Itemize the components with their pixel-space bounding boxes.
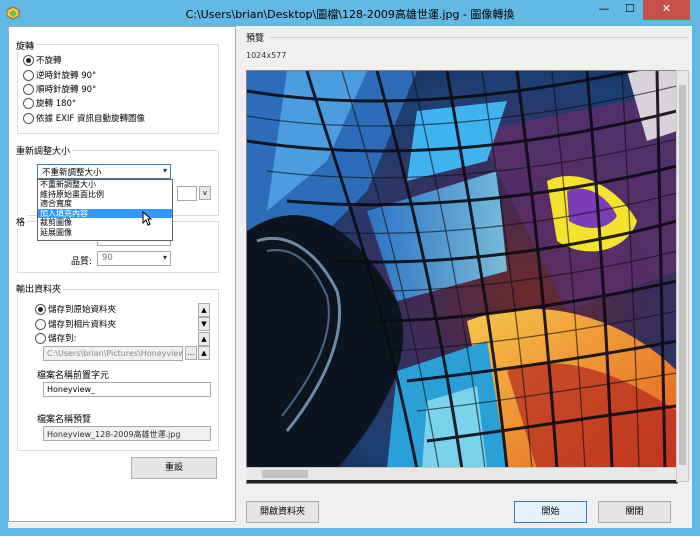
output-option-label: 儲存到原始資料夾: [48, 305, 117, 315]
preview-horizontal-scrollbar[interactable]: [246, 467, 676, 480]
radio-button[interactable]: [23, 55, 34, 66]
rotate-option-label: 逆時針旋轉 90°: [36, 71, 97, 81]
scroll-up-button[interactable]: ▲: [198, 332, 210, 346]
scrollbar-thumb[interactable]: [679, 85, 686, 465]
preview-divider: [270, 37, 688, 38]
dropdown-option[interactable]: 不重新調整大小: [38, 180, 172, 190]
output-folder-title: 輸出資料夾: [14, 282, 64, 295]
scroll-up-button[interactable]: ▲: [198, 303, 210, 317]
resize-group-title: 重新調整大小: [14, 144, 73, 157]
rotate-option-label: 依據 EXIF 資訊自動旋轉圖像: [36, 114, 145, 124]
dropdown-option[interactable]: 延展圖像: [38, 228, 172, 238]
filename-preview-label: 檔案名稱預覽: [37, 415, 92, 425]
radio-button[interactable]: [23, 113, 34, 124]
maximize-button[interactable]: ☐: [617, 0, 643, 20]
radio-button[interactable]: [35, 319, 46, 330]
chevron-down-icon: ▾: [162, 253, 167, 262]
scroll-down-button[interactable]: ▼: [198, 317, 210, 331]
output-option-custom[interactable]: 儲存到:: [35, 332, 76, 346]
start-button[interactable]: 開始: [514, 501, 587, 523]
reset-button[interactable]: 重設: [131, 457, 217, 479]
minimize-icon: —: [598, 2, 610, 15]
chevron-down-icon: ▾: [162, 166, 167, 175]
rotate-option-exif[interactable]: 依據 EXIF 資訊自動旋轉圖像: [23, 112, 145, 126]
rotate-option-ccw90[interactable]: 逆時針旋轉 90°: [23, 69, 96, 83]
mouse-cursor-icon: [142, 211, 152, 226]
unit-dropdown-label: v: [202, 189, 208, 197]
rotate-option-label: 不旋轉: [36, 56, 62, 66]
rotate-option-label: 順時針旋轉 90°: [36, 85, 97, 95]
open-folder-button[interactable]: 開啟資料夾: [246, 501, 319, 523]
close-icon: ✕: [661, 2, 672, 15]
quality-label: 品質:: [71, 257, 93, 267]
preview-image: [246, 70, 678, 484]
resize-mode-dropdown-list[interactable]: 不重新調整大小 維持原始畫面比例 適合寬度 加入填充內容 裁剪圖像 延展圖像: [37, 179, 173, 241]
unit-dropdown-button[interactable]: v: [199, 186, 211, 200]
client-area: 旋轉 不旋轉 逆時針旋轉 90° 順時針旋轉 90° 旋轉 180° 依據 EX…: [8, 26, 692, 528]
radio-button[interactable]: [23, 70, 34, 81]
browse-button[interactable]: ...: [185, 346, 197, 360]
scrollbar-thumb[interactable]: [262, 470, 308, 478]
rotate-option-label: 旋轉 180°: [36, 99, 77, 109]
output-path-field[interactable]: C:\Users\brian\Pictures\Honeyview: [43, 346, 183, 361]
rotate-option-none[interactable]: 不旋轉: [23, 54, 62, 68]
image-convert-window: C:\Users\brian\Desktop\圖檔\128-2009高雄世運.j…: [0, 0, 700, 536]
radio-button[interactable]: [23, 98, 34, 109]
minimize-button[interactable]: —: [591, 0, 617, 20]
dropdown-option[interactable]: 維持原始畫面比例: [38, 190, 172, 200]
options-panel: 旋轉 不旋轉 逆時針旋轉 90° 順時針旋轉 90° 旋轉 180° 依據 EX…: [8, 26, 236, 522]
format-group-title: 格: [14, 215, 28, 228]
filename-preview-field: Honeyview_128-2009高雄世運.jpg: [43, 426, 211, 441]
close-window-button[interactable]: ✕: [643, 0, 690, 20]
radio-button[interactable]: [35, 333, 46, 344]
resize-size-field[interactable]: [177, 186, 197, 201]
quality-value: 90: [102, 253, 113, 263]
output-option-original[interactable]: 儲存到原始資料夾: [35, 303, 116, 317]
radio-button[interactable]: [23, 84, 34, 95]
prefix-input[interactable]: Honeyview_: [43, 382, 211, 397]
resize-mode-select[interactable]: 不重新調整大小 ▾: [37, 164, 171, 179]
close-button[interactable]: 關閉: [598, 501, 671, 523]
maximize-icon: ☐: [625, 2, 635, 15]
preview-title: 預覽: [246, 34, 265, 44]
prefix-label: 檔案名稱前置字元: [37, 371, 110, 381]
output-option-pictures[interactable]: 儲存到相片資料夾: [35, 318, 116, 332]
preview-vertical-scrollbar[interactable]: [676, 70, 689, 482]
resize-mode-value: 不重新調整大小: [42, 168, 102, 178]
quality-select[interactable]: 90 ▾: [97, 251, 171, 266]
stained-glass-dome-image: [247, 71, 677, 470]
rotate-option-cw90[interactable]: 順時針旋轉 90°: [23, 83, 96, 97]
output-option-label: 儲存到:: [48, 334, 77, 344]
output-option-label: 儲存到相片資料夾: [48, 320, 117, 330]
dropdown-option[interactable]: 適合寬度: [38, 199, 172, 209]
title-bar[interactable]: C:\Users\brian\Desktop\圖檔\128-2009高雄世運.j…: [0, 0, 700, 25]
rotate-group-title: 旋轉: [14, 39, 37, 52]
rotate-option-180[interactable]: 旋轉 180°: [23, 97, 76, 111]
preview-size: 1024x577: [246, 51, 287, 60]
radio-button[interactable]: [35, 304, 46, 315]
scroll-up-button[interactable]: ▲: [198, 346, 210, 360]
